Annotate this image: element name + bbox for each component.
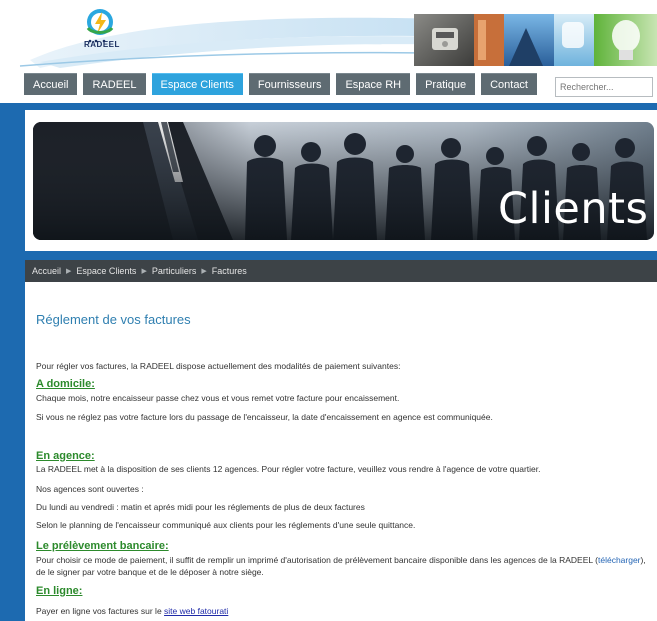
domicile-text-2: Si vous ne réglez pas votre facture lors… — [36, 412, 493, 422]
enligne-text-before: Payer en ligne vos factures sur le — [36, 606, 165, 616]
intro-text: Pour régler vos factures, la RADEEL disp… — [36, 361, 401, 371]
section-heading-domicile: A domicile: — [36, 378, 95, 390]
header-photo-strip — [414, 14, 657, 66]
agence-text-2: Nos agences sont ouvertes : — [36, 484, 144, 494]
telecharger-link[interactable]: télécharger — [598, 555, 641, 565]
breadcrumb-separator-icon: ▶ — [201, 268, 207, 275]
prelevement-text-after: ), — [640, 555, 646, 565]
section-heading-en-ligne: En ligne: — [36, 585, 83, 597]
fatourati-link[interactable]: site web fatourati — [164, 606, 228, 616]
frame-left-bar — [0, 103, 25, 621]
page-title: Réglement de vos factures — [36, 312, 191, 327]
nav-item-accueil[interactable]: Accueil — [24, 73, 78, 95]
enligne-text: Payer en ligne vos factures sur le site … — [36, 606, 648, 617]
main-nav: Accueil RADEEL Espace Clients Fournisseu… — [24, 73, 537, 95]
agence-text-1: La RADEEL met à la disposition de ses cl… — [36, 464, 541, 474]
banner-title: Clients — [498, 184, 649, 234]
section-heading-agence: En agence: — [36, 450, 95, 462]
prelevement-text-1: Pour choisir ce mode de paiement, il suf… — [36, 555, 648, 566]
breadcrumb-item-particuliers[interactable]: Particuliers — [152, 266, 197, 276]
nav-item-contact[interactable]: Contact — [481, 73, 537, 95]
frame-top-bar — [0, 103, 657, 110]
breadcrumb: Accueil ▶ Espace Clients ▶ Particuliers … — [25, 260, 657, 282]
nav-item-pratique[interactable]: Pratique — [416, 73, 476, 95]
breadcrumb-item-espace-clients[interactable]: Espace Clients — [76, 266, 136, 276]
breadcrumb-item-accueil[interactable]: Accueil — [32, 266, 61, 276]
nav-item-espace-rh[interactable]: Espace RH — [336, 73, 411, 95]
section-heading-prelevement: Le prélèvement bancaire: — [36, 540, 169, 552]
nav-item-radeel[interactable]: RADEEL — [83, 73, 146, 95]
logo-text: RADEEL — [84, 40, 120, 49]
breadcrumb-item-factures[interactable]: Factures — [212, 266, 247, 276]
breadcrumb-separator-icon: ▶ — [141, 268, 147, 275]
nav-item-espace-clients[interactable]: Espace Clients — [151, 73, 243, 95]
search-input[interactable] — [555, 77, 653, 97]
agence-text-4: Selon le planning de l'encaisseur commun… — [36, 520, 416, 530]
nav-item-fournisseurs[interactable]: Fournisseurs — [248, 73, 331, 95]
breadcrumb-separator-icon: ▶ — [66, 268, 72, 275]
domicile-text-1: Chaque mois, notre encaisseur passe chez… — [36, 393, 400, 403]
frame-divider — [0, 251, 657, 260]
prelevement-text-before: Pour choisir ce mode de paiement, il suf… — [36, 555, 598, 565]
prelevement-text-2: de le signer par votre banque et de le d… — [36, 567, 264, 577]
agence-text-3: Du lundi au vendredi : matin et aprés mi… — [36, 502, 365, 512]
